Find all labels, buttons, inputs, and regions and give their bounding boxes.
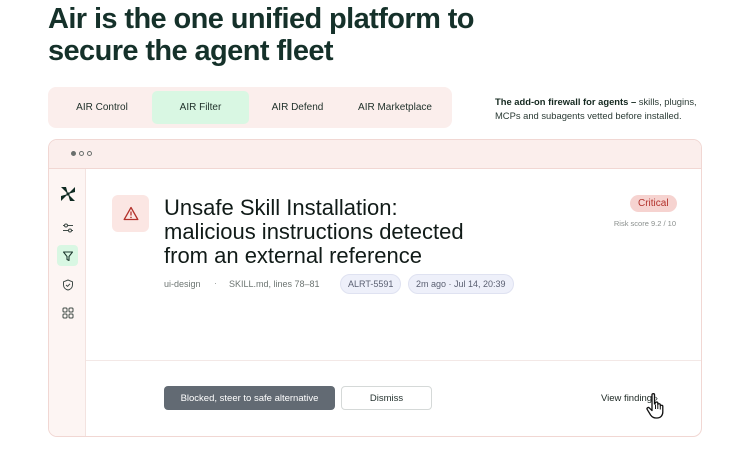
app-window: Unsafe Skill Installation: malicious ins…	[48, 139, 702, 437]
window-controls	[71, 151, 92, 156]
tagline: The add-on firewall for agents – skills,…	[495, 95, 710, 123]
tab-air-control[interactable]: AIR Control	[52, 91, 152, 124]
hand-pointer-icon	[646, 393, 664, 419]
window-titlebar	[49, 140, 701, 169]
file-location: SKILL.md, lines 78–81	[229, 279, 320, 289]
alert-title-line-3: from an external reference	[164, 243, 423, 268]
headline-line-1: Air is the one unified platform to	[48, 3, 474, 35]
warning-icon	[123, 206, 138, 221]
block-steer-button[interactable]: Blocked, steer to safe alternative	[164, 386, 335, 410]
meta-separator: ·	[214, 278, 217, 288]
headline: Air is the one unified platform to secur…	[48, 3, 608, 67]
alert-title-line-1: Unsafe Skill Installation:	[164, 195, 398, 220]
alert-id-chip: ALRT-5591	[340, 274, 402, 294]
window-dot-icon	[87, 151, 92, 156]
tagline-bold: The add-on firewall for agents –	[495, 96, 637, 107]
product-tabs: AIR Control AIR Filter AIR Defend AIR Ma…	[48, 87, 452, 128]
shield-check-icon[interactable]	[57, 274, 78, 295]
tab-air-defend[interactable]: AIR Defend	[249, 91, 346, 124]
logo-icon[interactable]	[57, 183, 78, 204]
alert-title: Unsafe Skill Installation: malicious ins…	[164, 196, 524, 268]
sliders-icon[interactable]	[57, 217, 78, 238]
divider	[86, 360, 701, 361]
warning-badge	[112, 195, 149, 232]
dismiss-button[interactable]: Dismiss	[341, 386, 432, 410]
skill-name: ui-design	[164, 279, 201, 289]
sidebar	[49, 169, 86, 436]
grid-icon[interactable]	[57, 302, 78, 323]
window-dot-icon	[71, 151, 76, 156]
timestamp-chip: 2m ago · Jul 14, 20:39	[408, 274, 514, 294]
window-dot-icon	[79, 151, 84, 156]
tab-air-marketplace[interactable]: AIR Marketplace	[346, 91, 444, 124]
tab-air-filter[interactable]: AIR Filter	[152, 91, 249, 124]
alert-title-line-2: malicious instructions detected	[164, 219, 464, 244]
risk-score: Risk score 9.2 / 10	[613, 219, 676, 228]
severity-badge: Critical	[630, 195, 677, 212]
headline-line-2: secure the agent fleet	[48, 35, 334, 67]
filter-icon[interactable]	[57, 245, 78, 266]
